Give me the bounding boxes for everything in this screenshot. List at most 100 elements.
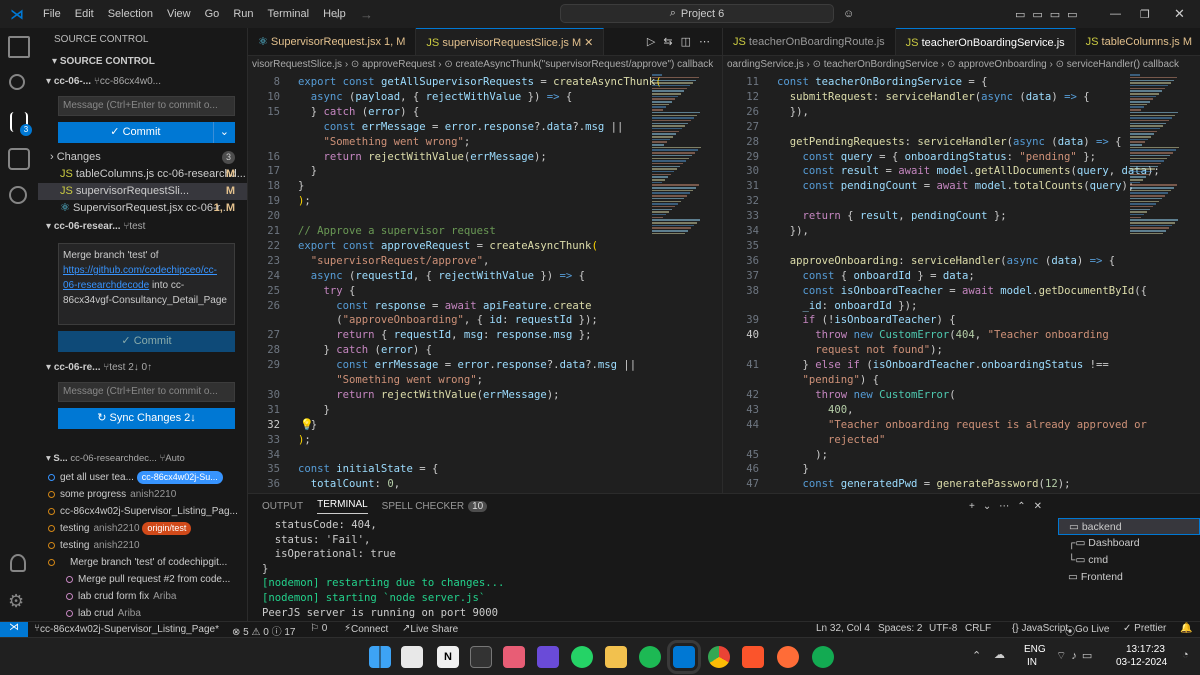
code-line[interactable]: export const getAllSupervisorRequests = … [298, 75, 662, 90]
command-center-search[interactable]: ⌕ Project 6 [560, 4, 834, 23]
postman-icon[interactable] [777, 646, 799, 668]
editor2-breadcrumbs[interactable]: oardingService.js › ⊙ teacherOnBordingSe… [723, 56, 1200, 73]
code-line[interactable]: "Something went wrong"; [298, 373, 483, 388]
code-line[interactable]: const generatedPwd = generatePassword(12… [777, 477, 1071, 492]
graph-item[interactable]: Merge pull request #2 from code... [38, 571, 247, 588]
forward-arrow-icon[interactable]: → [360, 7, 373, 22]
menu-terminal[interactable]: Terminal [261, 8, 317, 20]
graph-item[interactable]: testing anish2210 origin/test [38, 520, 247, 537]
tab-output[interactable]: OUTPUT [262, 501, 303, 512]
code-line[interactable]: return { result, pendingCount }; [777, 209, 1007, 224]
status-indentation[interactable]: Spaces: 2 [878, 623, 922, 634]
code-line[interactable]: const result = await model.getAllDocumen… [777, 164, 1160, 179]
tab-terminal[interactable]: TERMINAL [317, 499, 368, 514]
graph-item[interactable]: some progress anish2210 [38, 486, 247, 503]
code-line[interactable]: "supervisorRequest/approve", [298, 254, 490, 269]
status-go-live[interactable]: ⦿ Go Live [1065, 623, 1109, 638]
repo2-commit-button[interactable]: ✓ Commit [58, 331, 235, 352]
commit-dropdown-icon[interactable]: ⌄ [212, 122, 235, 143]
restore-icon[interactable]: ❐ [1140, 8, 1150, 21]
code-line[interactable]: export const approveRequest = createAsyn… [298, 239, 598, 254]
code-line[interactable]: submitRequest: serviceHandler(async (dat… [777, 90, 1090, 105]
code-line[interactable]: const errMessage = error.response?.data?… [298, 358, 636, 373]
mongodb-icon[interactable] [812, 646, 834, 668]
layout-icons[interactable]: ▭▭▭▭ [1015, 8, 1085, 21]
brave-icon[interactable] [742, 646, 764, 668]
code-line[interactable]: }), [777, 105, 809, 120]
close-window-icon[interactable]: ✕ [1174, 6, 1185, 22]
changed-file-tablecolumns[interactable]: JS tableColumns.js cc-06-researchd... M [38, 166, 247, 183]
status-language[interactable]: {} JavaScript [1012, 623, 1068, 634]
code-line[interactable]: if (!isOnboardTeacher) { [777, 313, 956, 328]
vscode-taskbar-icon[interactable] [667, 640, 701, 674]
tab-supervisorrequest-jsx[interactable]: ⚛ SupervisorRequest.jsx 1, M [248, 28, 417, 55]
status-liveshare[interactable]: ↗ Live Share [402, 623, 458, 635]
testing-icon[interactable] [9, 186, 27, 204]
menu-edit[interactable]: Edit [68, 8, 101, 20]
status-eol[interactable]: CRLF [965, 623, 991, 634]
graph-item[interactable]: testing anish2210 [38, 537, 247, 554]
changed-file-supervisorrequest[interactable]: ⚛ SupervisorRequest.jsx cc-06-r... 1, M [38, 200, 247, 217]
copilot-icon[interactable]: ☺ [843, 8, 854, 20]
tab-tablecolumns[interactable]: JS tableColumns.js M [1076, 28, 1200, 55]
tab-supervisorrequestslice-js[interactable]: JS supervisorRequestSlice.js M ✕ [416, 28, 605, 55]
terminal-item-dashboard[interactable]: ┌▭ Dashboard [1058, 535, 1200, 552]
code-line[interactable]: } catch (error) { [298, 105, 419, 120]
code-line[interactable]: } [298, 164, 317, 179]
chrome-icon[interactable] [708, 646, 730, 668]
remote-indicator[interactable]: ⋊ [0, 622, 28, 637]
code-line[interactable]: } [777, 462, 809, 477]
back-arrow-icon[interactable]: ← [333, 7, 346, 22]
code-line[interactable]: totalCount: 0, [298, 477, 400, 492]
repo2-header[interactable]: ▾ cc-06-resear... ⑂test [38, 217, 247, 237]
onedrive-icon[interactable]: ☁ [994, 648, 1005, 661]
code-line[interactable]: ); [298, 433, 311, 448]
code-line[interactable]: // Approve a supervisor request [298, 224, 496, 239]
sync-changes-button[interactable]: ↻ Sync Changes 2↓ [58, 408, 235, 429]
notion-icon[interactable]: N [437, 646, 459, 668]
terminal-output[interactable]: statusCode: 404, status: 'Fail', isOpera… [248, 518, 1058, 620]
code-line[interactable]: "Teacher onboarding request is already a… [777, 418, 1147, 433]
sc-section-header[interactable]: ▾ SOURCE CONTROL [38, 52, 247, 72]
code-line[interactable]: try { [298, 284, 356, 299]
minimap[interactable] [652, 73, 704, 493]
code-line[interactable]: request not found"); [777, 343, 943, 358]
menu-run[interactable]: Run [226, 8, 260, 20]
graph-header[interactable]: ▾ S... cc-06-researchdec... ⑂Auto [38, 449, 247, 469]
code-line[interactable]: const initialState = { [298, 462, 438, 477]
menu-go[interactable]: Go [198, 8, 227, 20]
commit-message-link[interactable]: https://github.com/codechipceo/cc-06-res… [63, 265, 217, 291]
repo3-header[interactable]: ▾ cc-06-re... ⑂test 2↓ 0↑ [38, 358, 247, 378]
tab-teacheronboardingroute[interactable]: JS teacherOnBoardingRoute.js [723, 28, 896, 55]
code-line[interactable]: ); [777, 448, 828, 463]
graph-item[interactable]: get all user tea... cc-86cx4w02j-Su... [38, 469, 247, 486]
status-ports[interactable]: ⚐ 0 [310, 623, 327, 634]
repo1-header[interactable]: ▾ cc-06-... ⑂cc-86cx4w0... [38, 72, 247, 92]
status-branch[interactable]: ⑂ cc-86cx4w02j-Supervisor_Listing_Page* [34, 623, 219, 635]
code-line[interactable]: } else if (isOnboardTeacher.onboardingSt… [777, 358, 1109, 373]
code-line[interactable]: return { requestId, msg: response.msg }; [298, 328, 591, 343]
graph-item[interactable]: lab crud Ariba [38, 605, 247, 621]
code-line[interactable]: getPendingRequests: serviceHandler(async… [777, 135, 1122, 150]
repo3-commit-message-input[interactable]: Message (Ctrl+Enter to commit o... [58, 382, 235, 402]
code-line[interactable]: } catch (error) { [298, 343, 432, 358]
code-line[interactable]: return rejectWithValue(errMessage); [298, 150, 547, 165]
panel-actions-icons[interactable]: +⌄⋯⌃✕ [969, 501, 1050, 512]
extensions-icon[interactable] [8, 148, 30, 170]
menu-file[interactable]: File [36, 8, 68, 20]
menu-view[interactable]: View [160, 8, 198, 20]
code-line[interactable]: ); [298, 194, 311, 209]
changes-header[interactable]: › Changes 3 [38, 149, 247, 166]
notification-center-icon[interactable]: ◔ [1182, 649, 1189, 661]
file-explorer-icon[interactable] [605, 646, 627, 668]
terminal-item-cmd[interactable]: └▭ cmd [1058, 552, 1200, 569]
changed-file-slice[interactable]: JS supervisorRequestSli... M [38, 183, 247, 200]
editor1-breadcrumbs[interactable]: visorRequestSlice.js › ⊙ approveRequest … [248, 56, 722, 73]
code-line[interactable]: }), [777, 224, 809, 239]
code-line[interactable]: } [298, 403, 330, 418]
graph-item[interactable]: lab crud form fix Ariba [38, 588, 247, 605]
code-line[interactable]: const pendingCount = await model.totalCo… [777, 179, 1135, 194]
repo2-commit-message[interactable]: Merge branch 'test' of https://github.co… [58, 243, 235, 325]
code-line[interactable]: rejected" [777, 433, 885, 448]
clock-time[interactable]: 13:17:23 [1126, 644, 1165, 655]
